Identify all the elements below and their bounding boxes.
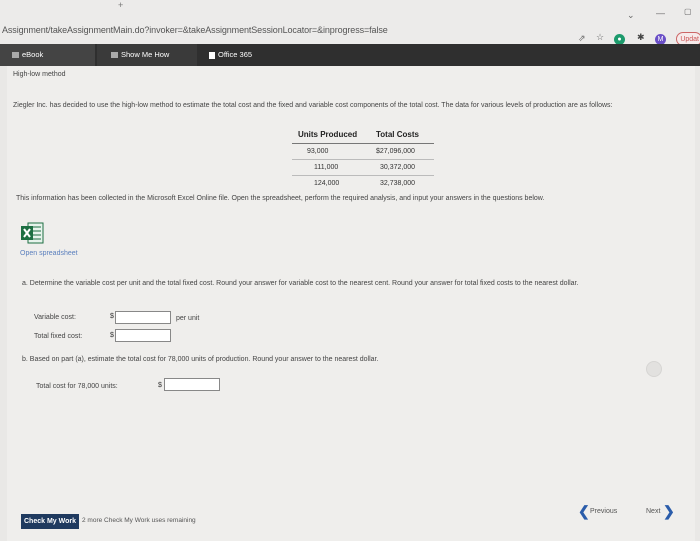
- check-my-work-button[interactable]: Check My Work: [21, 514, 79, 529]
- minimize-icon[interactable]: —: [656, 8, 665, 18]
- total-fixed-cost-label: Total fixed cost:: [34, 333, 83, 340]
- chevron-right-icon[interactable]: ❯: [663, 503, 675, 520]
- video-icon: [111, 52, 118, 59]
- variable-cost-label: Variable cost:: [34, 314, 76, 321]
- chevron-down-icon[interactable]: ⌄: [627, 10, 635, 21]
- problem-intro: Ziegler Inc. has decided to use the high…: [13, 102, 613, 109]
- open-spreadsheet-link[interactable]: Open spreadsheet: [20, 250, 78, 257]
- table-header-rule: [292, 143, 434, 144]
- part-a-question: a. Determine the variable cost per unit …: [22, 280, 579, 287]
- office-icon: [209, 51, 215, 59]
- chevron-left-icon[interactable]: ❮: [578, 503, 590, 520]
- per-unit-label: per unit: [176, 315, 200, 322]
- ebook-label: eBook: [22, 50, 44, 59]
- total-cost-label: Total cost for 78,000 units:: [36, 383, 118, 390]
- bookmark-star-icon[interactable]: ☆: [596, 32, 604, 43]
- spreadsheet-info: This information has been collected in t…: [16, 195, 545, 202]
- table-rule: [292, 159, 434, 160]
- table-cell: $27,096,000: [376, 148, 415, 155]
- variable-cost-input[interactable]: [115, 311, 171, 324]
- total-cost-input[interactable]: [164, 378, 220, 391]
- office365-label: Office 365: [218, 50, 253, 59]
- book-icon: [12, 52, 19, 59]
- total-fixed-cost-input[interactable]: [115, 329, 171, 342]
- table-cell: 124,000: [314, 180, 340, 187]
- show-me-how-label: Show Me How: [121, 50, 170, 59]
- table-cell: 111,000: [314, 164, 339, 171]
- extensions-puzzle-icon[interactable]: ✱: [637, 32, 645, 43]
- office365-button[interactable]: Office 365: [199, 44, 695, 66]
- table-header-costs: Total Costs: [376, 130, 419, 139]
- currency-symbol: $: [110, 332, 114, 339]
- table-cell: 32,738,000: [380, 180, 416, 187]
- address-bar[interactable]: Assignment/takeAssignmentMain.do?invoker…: [2, 25, 388, 35]
- excel-icon[interactable]: [20, 222, 44, 244]
- table-header-units: Units Produced: [298, 130, 358, 139]
- scroll-handle[interactable]: [646, 361, 662, 377]
- currency-symbol: $: [158, 382, 162, 389]
- currency-symbol: $: [110, 313, 114, 320]
- show-me-how-button[interactable]: Show Me How: [97, 44, 197, 66]
- share-icon[interactable]: ⇗: [578, 33, 586, 44]
- assignment-toolbar: eBook Show Me How Office 365: [0, 44, 700, 66]
- part-b-question: b. Based on part (a), estimate the total…: [22, 356, 379, 363]
- previous-button[interactable]: Previous: [590, 508, 617, 515]
- problem-title: High-low method: [13, 71, 66, 78]
- new-tab-icon[interactable]: +: [118, 0, 123, 10]
- check-uses-remaining: 2 more Check My Work uses remaining: [82, 517, 196, 524]
- restore-icon[interactable]: ▢: [684, 7, 692, 16]
- next-button[interactable]: Next: [646, 508, 660, 515]
- browser-chrome: + Assignment/takeAssignmentMain.do?invok…: [0, 0, 700, 46]
- table-cell: 30,372,000: [380, 164, 416, 171]
- ebook-button[interactable]: eBook: [0, 44, 95, 66]
- table-cell: 93,000: [307, 148, 329, 155]
- table-rule: [292, 175, 434, 176]
